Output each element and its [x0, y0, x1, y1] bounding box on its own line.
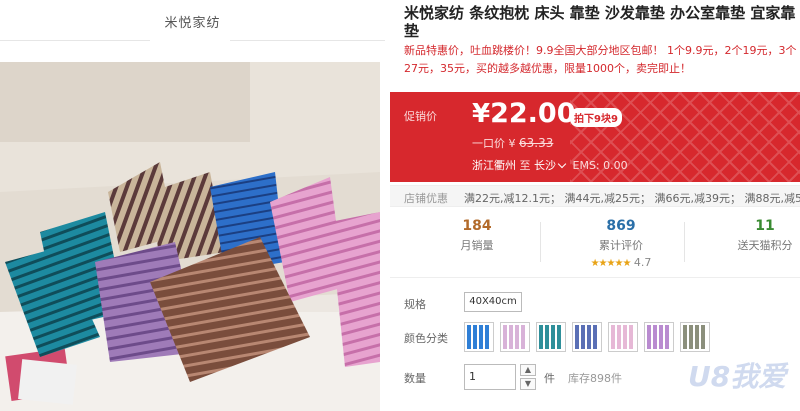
star-icon: ★★★★★ [590, 258, 632, 269]
points-value: 11 [755, 218, 775, 234]
divider [540, 222, 541, 262]
rating-value: 4.7 [633, 256, 652, 269]
size-label: 规格 [404, 298, 426, 311]
reviews[interactable]: 869 累计评价 ★★★★★ 4.7 [556, 218, 686, 269]
reviews-value: 869 [606, 218, 636, 234]
quantity-decrease-button[interactable]: ▼ [520, 378, 536, 390]
price-box: 促销价 ¥22.00 拍下9块9 一口价 ¥ 63.33 浙江衢州 至 长沙 E… [390, 92, 800, 182]
chevron-down-icon [557, 159, 567, 169]
quantity-input[interactable]: 1 [464, 364, 516, 390]
color-swatch[interactable] [572, 322, 602, 352]
points-label: 送天猫积分 [737, 239, 793, 252]
product-detail-panel: 米悦家纺 条纹抱枕 床头 靠垫 沙发靠垫 办公室靠垫 宜家靠垫 新品特惠价，吐血… [388, 0, 800, 411]
discount-badge: 拍下9块9 [570, 108, 622, 127]
color-swatch[interactable] [536, 322, 566, 352]
size-option[interactable]: 40X40cm [464, 292, 522, 312]
reviews-label: 累计评价 [599, 239, 643, 252]
swatch-fill [683, 325, 707, 349]
color-label: 颜色分类 [404, 332, 448, 345]
swatch-fill [647, 325, 671, 349]
rating: ★★★★★ 4.7 [556, 256, 686, 269]
divider [230, 40, 385, 41]
swatch-fill [611, 325, 635, 349]
stock-count: 库存898件 [568, 372, 622, 385]
currency-symbol: ¥ [472, 99, 491, 129]
swatch-fill [575, 325, 599, 349]
divider [0, 40, 150, 41]
left-panel: 米悦家纺 [0, 0, 385, 411]
original-price-label: 一口价 [472, 137, 505, 150]
product-image[interactable] [0, 62, 380, 411]
color-swatch[interactable] [464, 322, 494, 352]
promo-price: ¥22.00 [472, 98, 576, 129]
quantity-unit: 件 [544, 372, 555, 385]
shop-name[interactable]: 米悦家纺 [0, 12, 385, 31]
swatch-fill [467, 325, 491, 349]
divider [684, 222, 685, 262]
ship-to-select[interactable]: 长沙 [534, 159, 569, 172]
product-title: 米悦家纺 条纹抱枕 床头 靠垫 沙发靠垫 办公室靠垫 宜家靠垫 [404, 4, 796, 40]
ship-to-label: 至 [519, 159, 531, 172]
original-price-value: 63.33 [519, 136, 554, 150]
shipping-info: 浙江衢州 至 长沙 EMS: 0.00 [472, 157, 628, 173]
ems-fee: EMS: 0.00 [572, 159, 628, 172]
promo-text: 满22元,减12.1元； 满44元,减25元； 满66元,减39元； 满88元,… [464, 192, 800, 205]
color-swatch[interactable] [500, 322, 530, 352]
product-subtitle: 新品特惠价，吐血跳楼价！9.9全国大部分地区包邮！ 1个9.9元，2个19元，3… [404, 44, 797, 75]
promo-label: 店铺优惠 [404, 192, 448, 205]
color-swatch[interactable] [644, 322, 674, 352]
original-price: 一口价 ¥ 63.33 [472, 135, 553, 151]
swatch-fill [503, 325, 527, 349]
swatch-fill [539, 325, 563, 349]
watermark: U8我爱 [688, 360, 787, 393]
ship-from: 浙江衢州 [472, 159, 516, 172]
shop-promotions: 店铺优惠 满22元,减12.1元； 满44元,减25元； 满66元,减39元； … [390, 185, 800, 207]
color-swatch[interactable] [608, 322, 638, 352]
points: 11 送天猫积分 [700, 218, 800, 253]
shop-header: 米悦家纺 [0, 0, 385, 52]
price-value: 22.00 [490, 98, 576, 129]
color-swatch[interactable] [680, 322, 710, 352]
monthly-sales-value: 184 [462, 218, 492, 234]
monthly-sales-label: 月销量 [460, 239, 494, 252]
stats-bar: 184 月销量 869 累计评价 ★★★★★ 4.7 11 送天猫积分 [390, 208, 800, 278]
monthly-sales: 184 月销量 [412, 218, 542, 253]
original-currency: ¥ [508, 137, 516, 150]
ship-to: 长沙 [534, 159, 556, 172]
quantity-increase-button[interactable]: ▲ [520, 364, 536, 376]
promo-price-label: 促销价 [404, 110, 437, 123]
quantity-label: 数量 [404, 372, 426, 385]
